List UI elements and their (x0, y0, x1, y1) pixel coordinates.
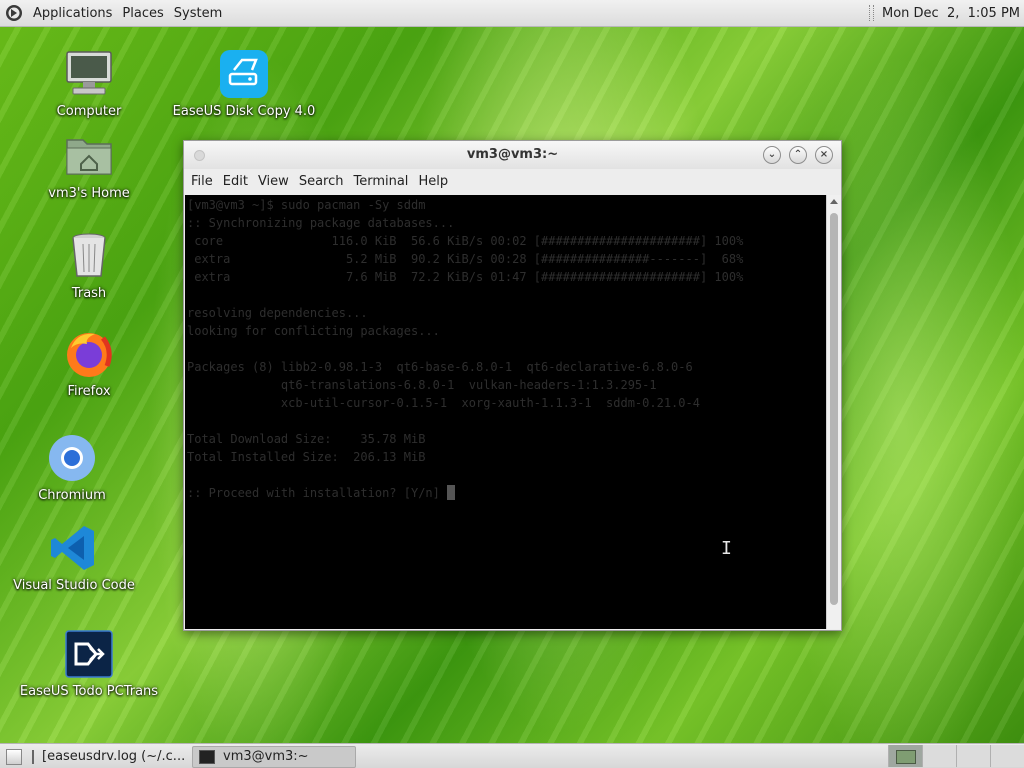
distro-logo-icon[interactable] (5, 4, 23, 22)
desktop-icon-label: Visual Studio Code (13, 578, 135, 593)
desktop-icon-firefox[interactable]: Firefox (14, 328, 164, 399)
terminal-output[interactable]: [vm3@vm3 ~]$ sudo pacman -Sy sddm :: Syn… (185, 195, 826, 629)
terminal-title: vm3@vm3:~ (466, 147, 559, 162)
easeus-pctrans-icon (65, 630, 113, 678)
desktop-icon-easeus-disk-copy[interactable]: EaseUS Disk Copy 4.0 (169, 48, 319, 119)
desktop-icon-computer[interactable]: Computer (14, 48, 164, 119)
taskbar-item-log[interactable]: [easeusdrv.log (~/.c... (26, 747, 188, 767)
minimize-button[interactable]: ⌄ (763, 146, 781, 164)
terminal-window[interactable]: vm3@vm3:~ ⌄ ⌃ × File Edit View Search Te… (183, 140, 842, 631)
desktop-icon-trash[interactable]: Trash (14, 230, 164, 301)
terminal-line: extra 5.2 MiB 90.2 KiB/s 00:28 [########… (187, 252, 744, 266)
terminal-line: looking for conflicting packages... (187, 324, 440, 338)
terminal-line: core 116.0 KiB 56.6 KiB/s 00:02 [#######… (187, 234, 744, 248)
menu-terminal[interactable]: Terminal (348, 174, 413, 189)
system-menu[interactable]: System (170, 6, 226, 21)
terminal-line: resolving dependencies... (187, 306, 368, 320)
text-editor-icon (32, 749, 34, 764)
workspace-4[interactable] (990, 745, 1024, 767)
desktop-icon-label: EaseUS Disk Copy 4.0 (172, 104, 316, 119)
window-thumbnail (895, 750, 916, 764)
workspace-switcher (888, 745, 1024, 768)
terminal-menubar: File Edit View Search Terminal Help (184, 169, 841, 194)
desktop-icon-label: Trash (71, 286, 107, 301)
menu-view[interactable]: View (253, 174, 294, 189)
workspace-2[interactable] (922, 745, 956, 767)
desktop-icon-label: Firefox (67, 384, 111, 399)
vscode-icon (51, 526, 94, 570)
menu-help[interactable]: Help (413, 174, 453, 189)
workspace-3[interactable] (956, 745, 990, 767)
menu-search[interactable]: Search (294, 174, 349, 189)
panel-handle (868, 5, 874, 21)
trash-icon (72, 233, 106, 277)
easeus-disk-copy-icon (220, 50, 268, 98)
home-folder-icon (66, 139, 112, 175)
terminal-line: :: Proceed with installation? [Y/n] (187, 486, 448, 500)
terminal-cursor (447, 485, 456, 500)
top-panel: Applications Places System Mon Dec 2, 1:… (0, 0, 1024, 27)
terminal-icon (199, 749, 215, 764)
terminal-scrollbar[interactable] (826, 195, 841, 629)
menu-file[interactable]: File (186, 174, 218, 189)
chromium-icon (49, 435, 95, 481)
terminal-line: xcb-util-cursor-0.1.5-1 xorg-xauth-1.1.3… (187, 396, 700, 410)
bottom-panel: [easeusdrv.log (~/.c... vm3@vm3:~ (0, 743, 1024, 768)
desktop-icon-label: vm3's Home (48, 186, 130, 201)
workspace-1[interactable] (888, 745, 922, 767)
maximize-button[interactable]: ⌃ (789, 146, 807, 164)
desktop: Applications Places System Mon Dec 2, 1:… (0, 0, 1024, 768)
scrollbar-thumb[interactable] (830, 213, 838, 605)
taskbar-item-label: [easeusdrv.log (~/.c... (42, 749, 186, 764)
desktop-icon-easeus-pctrans[interactable]: EaseUS Todo PCTrans (14, 628, 164, 699)
desktop-icon-label: Computer (56, 104, 122, 119)
terminal-line: Packages (8) libb2-0.98.1-3 qt6-base-6.8… (187, 360, 693, 374)
desktop-icon-chromium[interactable]: Chromium (0, 432, 147, 503)
applications-menu[interactable]: Applications (29, 6, 116, 21)
firefox-icon (67, 333, 112, 377)
desktop-icon-home[interactable]: vm3's Home (14, 130, 164, 201)
terminal-line: :: Synchronizing package databases... (187, 216, 455, 230)
terminal-line: Total Installed Size: 206.13 MiB (187, 450, 426, 464)
close-button[interactable]: × (815, 146, 833, 164)
show-desktop-button[interactable] (6, 748, 22, 765)
scroll-up-icon[interactable] (830, 199, 838, 204)
menu-edit[interactable]: Edit (218, 174, 253, 189)
desktop-icon-label: Chromium (38, 488, 106, 503)
desktop-icon-vscode[interactable]: Visual Studio Code (0, 522, 149, 593)
window-menu-icon[interactable] (194, 150, 205, 161)
places-menu[interactable]: Places (118, 6, 167, 21)
terminal-line: extra 7.6 MiB 72.2 KiB/s 01:47 [########… (187, 270, 744, 284)
computer-icon (66, 51, 112, 95)
terminal-titlebar[interactable]: vm3@vm3:~ ⌄ ⌃ × (184, 141, 841, 169)
terminal-line: Total Download Size: 35.78 MiB (187, 432, 426, 446)
terminal-line: [vm3@vm3 ~]$ sudo pacman -Sy sddm (187, 198, 426, 212)
desktop-icon-label: EaseUS Todo PCTrans (19, 684, 159, 699)
terminal-line: qt6-translations-6.8.0-1 vulkan-headers-… (187, 378, 657, 392)
terminal-text: [vm3@vm3 ~]$ sudo pacman -Sy sddm :: Syn… (185, 195, 826, 503)
taskbar-item-label: vm3@vm3:~ (223, 749, 309, 764)
taskbar-item-terminal[interactable]: vm3@vm3:~ (192, 745, 356, 768)
text-cursor-icon: I (721, 538, 732, 559)
clock[interactable]: Mon Dec 2, 1:05 PM (882, 6, 1020, 21)
